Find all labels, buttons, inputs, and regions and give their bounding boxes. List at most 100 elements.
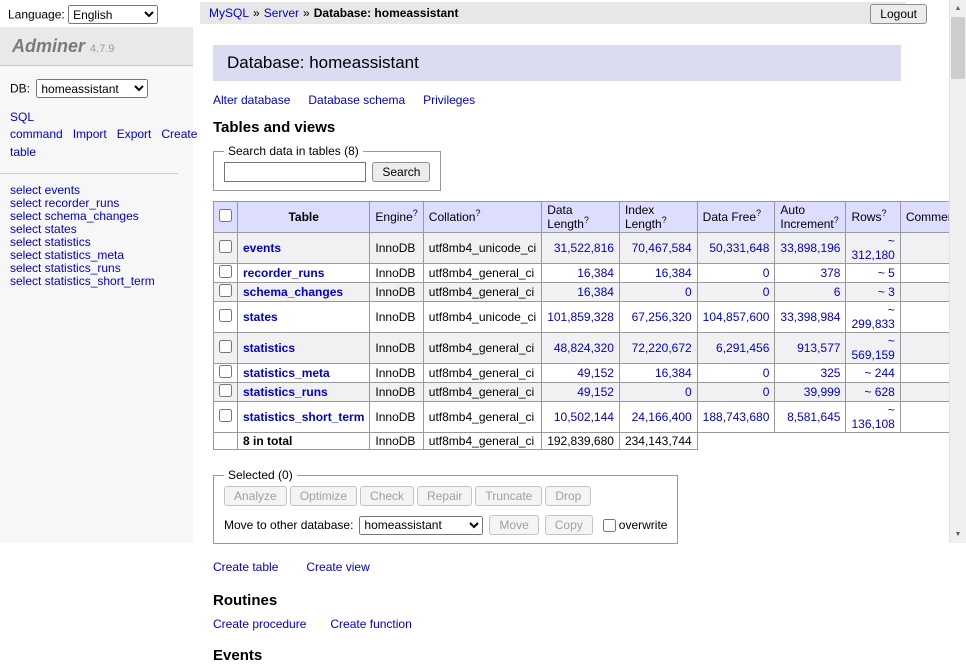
- overwrite-checkbox[interactable]: [603, 519, 616, 532]
- data-length-link[interactable]: 49,152: [577, 366, 614, 380]
- rows-link[interactable]: ~ 3: [878, 285, 895, 299]
- index-length-link[interactable]: 24,166,400: [632, 410, 692, 424]
- column-header-rows[interactable]: Rows?: [846, 202, 900, 233]
- data-free-cell: 188,743,680: [697, 402, 775, 433]
- rows-link[interactable]: ~ 244: [864, 366, 894, 380]
- auto-increment-link[interactable]: 378: [820, 266, 840, 280]
- sidebar-table-link[interactable]: select statistics_short_term: [10, 275, 183, 288]
- index-length-link[interactable]: 16,384: [655, 366, 692, 380]
- data-free-link[interactable]: 6,291,456: [716, 341, 769, 355]
- auto-increment-link[interactable]: 6: [834, 285, 841, 299]
- data-length-link[interactable]: 49,152: [577, 385, 614, 399]
- data-free-link[interactable]: 104,857,600: [703, 310, 770, 324]
- column-header-index-length[interactable]: Index Length?: [619, 202, 697, 233]
- data-free-link[interactable]: 0: [763, 285, 770, 299]
- auto-increment-link[interactable]: 913,577: [797, 341, 840, 355]
- database-action-link[interactable]: Privileges: [423, 93, 475, 107]
- rows-link[interactable]: ~ 628: [864, 385, 894, 399]
- index-length-link[interactable]: 16,384: [655, 266, 692, 280]
- move-db-select[interactable]: homeassistant: [359, 516, 483, 535]
- scroll-up-icon[interactable]: ▲: [950, 0, 966, 17]
- bulk-action-button[interactable]: Repair: [417, 486, 472, 506]
- table-name-link[interactable]: statistics_runs: [243, 385, 328, 399]
- column-header-data-free[interactable]: Data Free?: [697, 202, 775, 233]
- index-length-link[interactable]: 67,256,320: [632, 310, 692, 324]
- breadcrumb-server-type-link[interactable]: MySQL: [209, 6, 249, 20]
- rows-cell: ~ 628: [846, 383, 900, 402]
- help-sup: ?: [475, 208, 480, 218]
- scrollbar-thumb[interactable]: [951, 17, 965, 79]
- table-name-link[interactable]: states: [243, 310, 278, 324]
- table-name-link[interactable]: recorder_runs: [243, 266, 324, 280]
- auto-increment-link[interactable]: 33,898,196: [780, 241, 840, 255]
- data-length-link[interactable]: 16,384: [577, 285, 614, 299]
- column-header-data-length[interactable]: Data Length?: [542, 202, 620, 233]
- index-length-link[interactable]: 70,467,584: [632, 241, 692, 255]
- search-input[interactable]: [224, 162, 366, 182]
- data-free-link[interactable]: 0: [763, 266, 770, 280]
- bulk-action-button[interactable]: Analyze: [224, 486, 287, 506]
- logout-button[interactable]: Logout: [870, 4, 927, 24]
- rows-link[interactable]: ~ 299,833: [851, 303, 894, 331]
- routine-link[interactable]: Create procedure: [213, 617, 306, 631]
- search-button[interactable]: Search: [372, 162, 430, 182]
- row-checkbox[interactable]: [219, 265, 232, 278]
- table-name-link[interactable]: statistics: [243, 341, 295, 355]
- index-length-link[interactable]: 0: [685, 285, 692, 299]
- auto-increment-link[interactable]: 8,581,645: [787, 410, 840, 424]
- bulk-action-button[interactable]: Truncate: [475, 486, 542, 506]
- rows-link[interactable]: ~ 312,180: [851, 234, 894, 262]
- table-name-link[interactable]: events: [243, 241, 281, 255]
- data-free-link[interactable]: 188,743,680: [703, 410, 770, 424]
- bulk-action-button[interactable]: Drop: [545, 486, 591, 506]
- scroll-down-icon[interactable]: ▼: [950, 526, 966, 543]
- database-action-link[interactable]: Database schema: [308, 93, 405, 107]
- rows-link[interactable]: ~ 5: [878, 266, 895, 280]
- sidebar-command-link[interactable]: Export: [117, 127, 152, 141]
- db-select[interactable]: homeassistant: [36, 79, 148, 98]
- row-checkbox[interactable]: [219, 340, 232, 353]
- index-length-link[interactable]: 72,220,672: [632, 341, 692, 355]
- row-checkbox[interactable]: [219, 240, 232, 253]
- data-free-link[interactable]: 0: [763, 366, 770, 380]
- auto-increment-link[interactable]: 325: [820, 366, 840, 380]
- create-link[interactable]: Create view: [306, 560, 369, 574]
- language-select[interactable]: English: [68, 5, 158, 24]
- data-free-link[interactable]: 0: [763, 385, 770, 399]
- column-header-collation[interactable]: Collation?: [423, 202, 541, 233]
- rows-link[interactable]: ~ 136,108: [851, 403, 894, 431]
- row-checkbox[interactable]: [219, 309, 232, 322]
- copy-button[interactable]: Copy: [545, 515, 593, 535]
- create-link[interactable]: Create table: [213, 560, 278, 574]
- column-header-engine[interactable]: Engine?: [370, 202, 423, 233]
- data-length-link[interactable]: 31,522,816: [554, 241, 614, 255]
- select-all-checkbox[interactable]: [219, 209, 232, 222]
- table-name-link[interactable]: statistics_meta: [243, 366, 330, 380]
- table-name-link[interactable]: statistics_short_term: [243, 410, 364, 424]
- auto-increment-link[interactable]: 39,999: [804, 385, 841, 399]
- row-checkbox[interactable]: [219, 409, 232, 422]
- auto-increment-link[interactable]: 33,398,984: [780, 310, 840, 324]
- sidebar-command-link[interactable]: Import: [73, 127, 107, 141]
- sidebar-command-link[interactable]: SQL command: [10, 110, 63, 141]
- row-checkbox[interactable]: [219, 365, 232, 378]
- data-free-link[interactable]: 50,331,648: [709, 241, 769, 255]
- rows-link[interactable]: ~ 569,159: [851, 334, 894, 362]
- language-area: Language: English: [8, 5, 158, 24]
- row-checkbox[interactable]: [219, 284, 232, 297]
- data-length-link[interactable]: 16,384: [577, 266, 614, 280]
- auto-increment-cell: 6: [775, 283, 846, 302]
- column-header-auto-increment[interactable]: Auto Increment?: [775, 202, 846, 233]
- move-button[interactable]: Move: [489, 515, 538, 535]
- bulk-action-button[interactable]: Check: [360, 486, 414, 506]
- bulk-action-button[interactable]: Optimize: [290, 486, 357, 506]
- breadcrumb-server-link[interactable]: Server: [264, 6, 299, 20]
- index-length-link[interactable]: 0: [685, 385, 692, 399]
- database-action-link[interactable]: Alter database: [213, 93, 290, 107]
- data-length-link[interactable]: 48,824,320: [554, 341, 614, 355]
- data-length-link[interactable]: 101,859,328: [547, 310, 614, 324]
- data-length-link[interactable]: 10,502,144: [554, 410, 614, 424]
- table-name-link[interactable]: schema_changes: [243, 285, 343, 299]
- row-checkbox[interactable]: [219, 384, 232, 397]
- routine-link[interactable]: Create function: [330, 617, 411, 631]
